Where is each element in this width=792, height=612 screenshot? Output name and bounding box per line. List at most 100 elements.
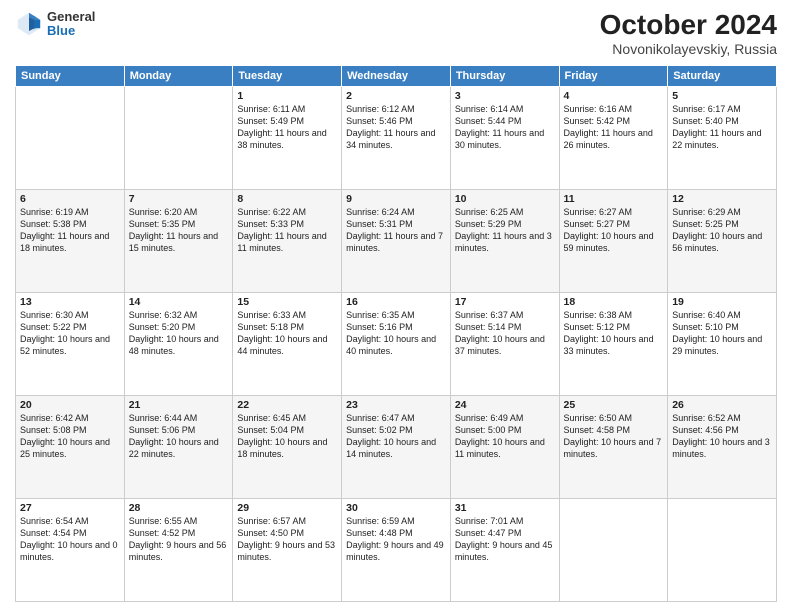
cell-info: Sunrise: 6:49 AMSunset: 5:00 PMDaylight:…: [455, 412, 555, 461]
calendar-cell: 7Sunrise: 6:20 AMSunset: 5:35 PMDaylight…: [124, 189, 233, 292]
calendar-cell: 23Sunrise: 6:47 AMSunset: 5:02 PMDayligh…: [342, 395, 451, 498]
cell-info: Sunrise: 6:59 AMSunset: 4:48 PMDaylight:…: [346, 515, 446, 564]
logo-icon: [15, 10, 43, 38]
cell-date-number: 2: [346, 90, 446, 102]
cell-info: Sunrise: 6:19 AMSunset: 5:38 PMDaylight:…: [20, 206, 120, 255]
day-header-tuesday: Tuesday: [233, 65, 342, 86]
calendar-cell: 22Sunrise: 6:45 AMSunset: 5:04 PMDayligh…: [233, 395, 342, 498]
cell-info: Sunrise: 6:55 AMSunset: 4:52 PMDaylight:…: [129, 515, 229, 564]
logo: General Blue: [15, 10, 95, 39]
cell-info: Sunrise: 6:25 AMSunset: 5:29 PMDaylight:…: [455, 206, 555, 255]
cell-date-number: 28: [129, 502, 229, 514]
cell-date-number: 19: [672, 296, 772, 308]
day-header-thursday: Thursday: [450, 65, 559, 86]
cell-info: Sunrise: 6:11 AMSunset: 5:49 PMDaylight:…: [237, 103, 337, 152]
cell-info: Sunrise: 6:12 AMSunset: 5:46 PMDaylight:…: [346, 103, 446, 152]
cell-info: Sunrise: 6:27 AMSunset: 5:27 PMDaylight:…: [564, 206, 664, 255]
cell-date-number: 22: [237, 399, 337, 411]
calendar-cell: 25Sunrise: 6:50 AMSunset: 4:58 PMDayligh…: [559, 395, 668, 498]
calendar-cell: 8Sunrise: 6:22 AMSunset: 5:33 PMDaylight…: [233, 189, 342, 292]
cell-date-number: 21: [129, 399, 229, 411]
calendar-week-4: 20Sunrise: 6:42 AMSunset: 5:08 PMDayligh…: [16, 395, 777, 498]
calendar-cell: [16, 86, 125, 189]
calendar-cell: [559, 498, 668, 601]
calendar-cell: 6Sunrise: 6:19 AMSunset: 5:38 PMDaylight…: [16, 189, 125, 292]
calendar-cell: 28Sunrise: 6:55 AMSunset: 4:52 PMDayligh…: [124, 498, 233, 601]
title-block: October 2024 Novonikolayevskiy, Russia: [600, 10, 777, 57]
month-title: October 2024: [600, 10, 777, 41]
cell-info: Sunrise: 6:40 AMSunset: 5:10 PMDaylight:…: [672, 309, 772, 358]
cell-info: Sunrise: 6:42 AMSunset: 5:08 PMDaylight:…: [20, 412, 120, 461]
cell-date-number: 23: [346, 399, 446, 411]
cell-info: Sunrise: 6:47 AMSunset: 5:02 PMDaylight:…: [346, 412, 446, 461]
cell-date-number: 16: [346, 296, 446, 308]
calendar-week-2: 6Sunrise: 6:19 AMSunset: 5:38 PMDaylight…: [16, 189, 777, 292]
cell-info: Sunrise: 7:01 AMSunset: 4:47 PMDaylight:…: [455, 515, 555, 564]
cell-date-number: 24: [455, 399, 555, 411]
cell-date-number: 5: [672, 90, 772, 102]
cell-date-number: 12: [672, 193, 772, 205]
calendar-cell: 29Sunrise: 6:57 AMSunset: 4:50 PMDayligh…: [233, 498, 342, 601]
calendar-table: SundayMondayTuesdayWednesdayThursdayFrid…: [15, 65, 777, 602]
calendar-week-5: 27Sunrise: 6:54 AMSunset: 4:54 PMDayligh…: [16, 498, 777, 601]
calendar-cell: 24Sunrise: 6:49 AMSunset: 5:00 PMDayligh…: [450, 395, 559, 498]
page: General Blue October 2024 Novonikolayevs…: [0, 0, 792, 612]
calendar-cell: 31Sunrise: 7:01 AMSunset: 4:47 PMDayligh…: [450, 498, 559, 601]
day-header-monday: Monday: [124, 65, 233, 86]
calendar-cell: 12Sunrise: 6:29 AMSunset: 5:25 PMDayligh…: [668, 189, 777, 292]
cell-info: Sunrise: 6:38 AMSunset: 5:12 PMDaylight:…: [564, 309, 664, 358]
cell-info: Sunrise: 6:24 AMSunset: 5:31 PMDaylight:…: [346, 206, 446, 255]
cell-info: Sunrise: 6:33 AMSunset: 5:18 PMDaylight:…: [237, 309, 337, 358]
cell-info: Sunrise: 6:35 AMSunset: 5:16 PMDaylight:…: [346, 309, 446, 358]
day-header-sunday: Sunday: [16, 65, 125, 86]
cell-date-number: 29: [237, 502, 337, 514]
cell-info: Sunrise: 6:30 AMSunset: 5:22 PMDaylight:…: [20, 309, 120, 358]
cell-info: Sunrise: 6:29 AMSunset: 5:25 PMDaylight:…: [672, 206, 772, 255]
calendar-cell: 27Sunrise: 6:54 AMSunset: 4:54 PMDayligh…: [16, 498, 125, 601]
calendar-cell: [124, 86, 233, 189]
calendar-cell: 21Sunrise: 6:44 AMSunset: 5:06 PMDayligh…: [124, 395, 233, 498]
calendar-cell: 2Sunrise: 6:12 AMSunset: 5:46 PMDaylight…: [342, 86, 451, 189]
header: General Blue October 2024 Novonikolayevs…: [15, 10, 777, 57]
cell-info: Sunrise: 6:57 AMSunset: 4:50 PMDaylight:…: [237, 515, 337, 564]
cell-date-number: 4: [564, 90, 664, 102]
cell-date-number: 31: [455, 502, 555, 514]
cell-date-number: 11: [564, 193, 664, 205]
calendar-cell: 10Sunrise: 6:25 AMSunset: 5:29 PMDayligh…: [450, 189, 559, 292]
calendar-cell: 4Sunrise: 6:16 AMSunset: 5:42 PMDaylight…: [559, 86, 668, 189]
cell-date-number: 26: [672, 399, 772, 411]
calendar-cell: 13Sunrise: 6:30 AMSunset: 5:22 PMDayligh…: [16, 292, 125, 395]
location-subtitle: Novonikolayevskiy, Russia: [600, 41, 777, 57]
calendar-cell: 14Sunrise: 6:32 AMSunset: 5:20 PMDayligh…: [124, 292, 233, 395]
cell-info: Sunrise: 6:17 AMSunset: 5:40 PMDaylight:…: [672, 103, 772, 152]
day-header-saturday: Saturday: [668, 65, 777, 86]
calendar-cell: 16Sunrise: 6:35 AMSunset: 5:16 PMDayligh…: [342, 292, 451, 395]
calendar-cell: 19Sunrise: 6:40 AMSunset: 5:10 PMDayligh…: [668, 292, 777, 395]
calendar-cell: 20Sunrise: 6:42 AMSunset: 5:08 PMDayligh…: [16, 395, 125, 498]
cell-info: Sunrise: 6:50 AMSunset: 4:58 PMDaylight:…: [564, 412, 664, 461]
cell-date-number: 6: [20, 193, 120, 205]
cell-date-number: 20: [20, 399, 120, 411]
cell-date-number: 7: [129, 193, 229, 205]
cell-info: Sunrise: 6:22 AMSunset: 5:33 PMDaylight:…: [237, 206, 337, 255]
cell-info: Sunrise: 6:44 AMSunset: 5:06 PMDaylight:…: [129, 412, 229, 461]
cell-info: Sunrise: 6:54 AMSunset: 4:54 PMDaylight:…: [20, 515, 120, 564]
cell-date-number: 13: [20, 296, 120, 308]
calendar-cell: 1Sunrise: 6:11 AMSunset: 5:49 PMDaylight…: [233, 86, 342, 189]
calendar-cell: 18Sunrise: 6:38 AMSunset: 5:12 PMDayligh…: [559, 292, 668, 395]
cell-date-number: 8: [237, 193, 337, 205]
cell-info: Sunrise: 6:37 AMSunset: 5:14 PMDaylight:…: [455, 309, 555, 358]
day-header-wednesday: Wednesday: [342, 65, 451, 86]
logo-text: General Blue: [47, 10, 95, 39]
cell-info: Sunrise: 6:16 AMSunset: 5:42 PMDaylight:…: [564, 103, 664, 152]
calendar-cell: [668, 498, 777, 601]
cell-date-number: 3: [455, 90, 555, 102]
calendar-cell: 15Sunrise: 6:33 AMSunset: 5:18 PMDayligh…: [233, 292, 342, 395]
calendar-cell: 11Sunrise: 6:27 AMSunset: 5:27 PMDayligh…: [559, 189, 668, 292]
cell-date-number: 17: [455, 296, 555, 308]
calendar-week-3: 13Sunrise: 6:30 AMSunset: 5:22 PMDayligh…: [16, 292, 777, 395]
cell-date-number: 27: [20, 502, 120, 514]
cell-date-number: 1: [237, 90, 337, 102]
cell-info: Sunrise: 6:52 AMSunset: 4:56 PMDaylight:…: [672, 412, 772, 461]
cell-info: Sunrise: 6:45 AMSunset: 5:04 PMDaylight:…: [237, 412, 337, 461]
